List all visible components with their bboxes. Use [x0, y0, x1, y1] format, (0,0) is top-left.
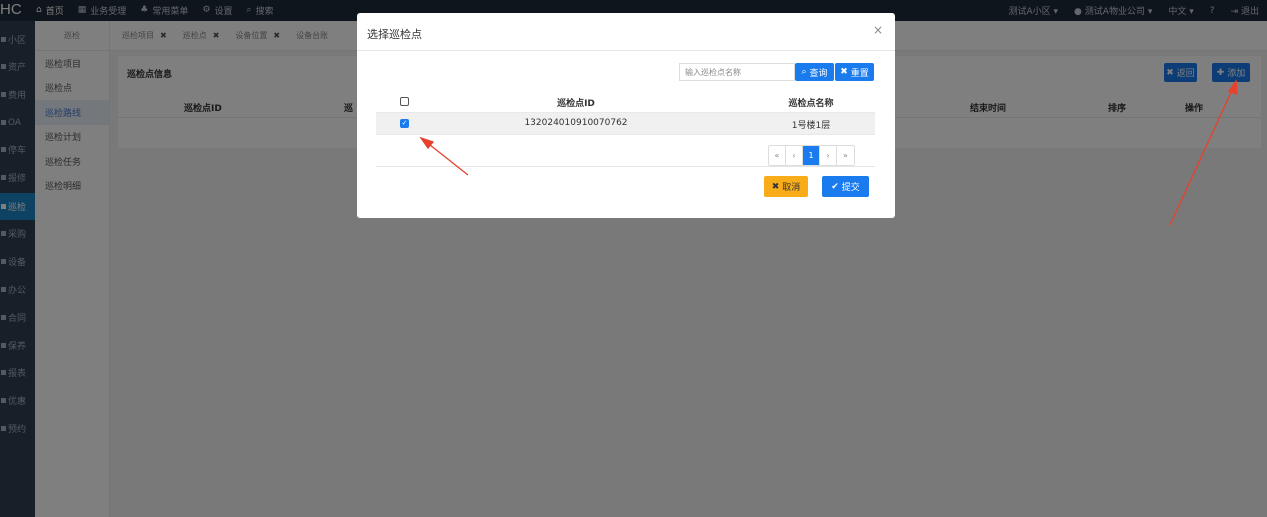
table-header-row: 巡检点ID 巡检点名称 — [376, 91, 875, 113]
row-checkbox[interactable]: ✓ — [400, 119, 409, 128]
close-icon[interactable]: × — [873, 23, 883, 37]
point-name-cell: 1号楼1层 — [791, 121, 831, 131]
table-row[interactable]: ✓ 132024010910070762 1号楼1层 — [376, 113, 875, 135]
column-header: 巡检点ID — [557, 99, 595, 109]
page-button[interactable]: 1 — [803, 146, 820, 165]
divider — [376, 166, 875, 167]
column-header: 巡检点名称 — [788, 99, 834, 109]
cancel-button-label: 取消 — [782, 183, 801, 193]
select-all-checkbox[interactable] — [400, 97, 409, 106]
search-icon: ⌕ — [801, 67, 807, 77]
cancel-button[interactable]: ✖ 取消 — [764, 176, 808, 197]
last-page-button[interactable]: » — [837, 146, 854, 165]
submit-button-label: 提交 — [841, 183, 860, 193]
point-id-cell: 132024010910070762 — [524, 118, 628, 128]
inspection-point-table: 巡检点ID 巡检点名称 ✓ 132024010910070762 1号楼1层 — [376, 91, 875, 135]
times-icon: ✖ — [840, 67, 848, 77]
reset-button-label: 重置 — [850, 68, 869, 79]
times-icon: ✖ — [771, 181, 780, 192]
check-icon: ✔ — [831, 181, 839, 192]
submit-button[interactable]: ✔ 提交 — [822, 176, 869, 197]
prev-page-button[interactable]: ‹ — [786, 146, 803, 165]
select-inspection-point-dialog: 选择巡检点 × 输入巡检点名称 ⌕ 查询 ✖ 重置 巡检点ID 巡检点名称 ✓ 13… — [357, 13, 895, 218]
divider — [357, 50, 895, 51]
query-button[interactable]: ⌕ 查询 — [795, 63, 834, 81]
reset-button[interactable]: ✖ 重置 — [835, 63, 874, 81]
search-input[interactable]: 输入巡检点名称 — [679, 63, 795, 81]
pagination: « ‹ 1 › » — [768, 145, 855, 166]
query-button-label: 查询 — [809, 68, 828, 79]
dialog-title: 选择巡检点 — [367, 28, 422, 41]
next-page-button[interactable]: › — [820, 146, 837, 165]
first-page-button[interactable]: « — [769, 146, 786, 165]
